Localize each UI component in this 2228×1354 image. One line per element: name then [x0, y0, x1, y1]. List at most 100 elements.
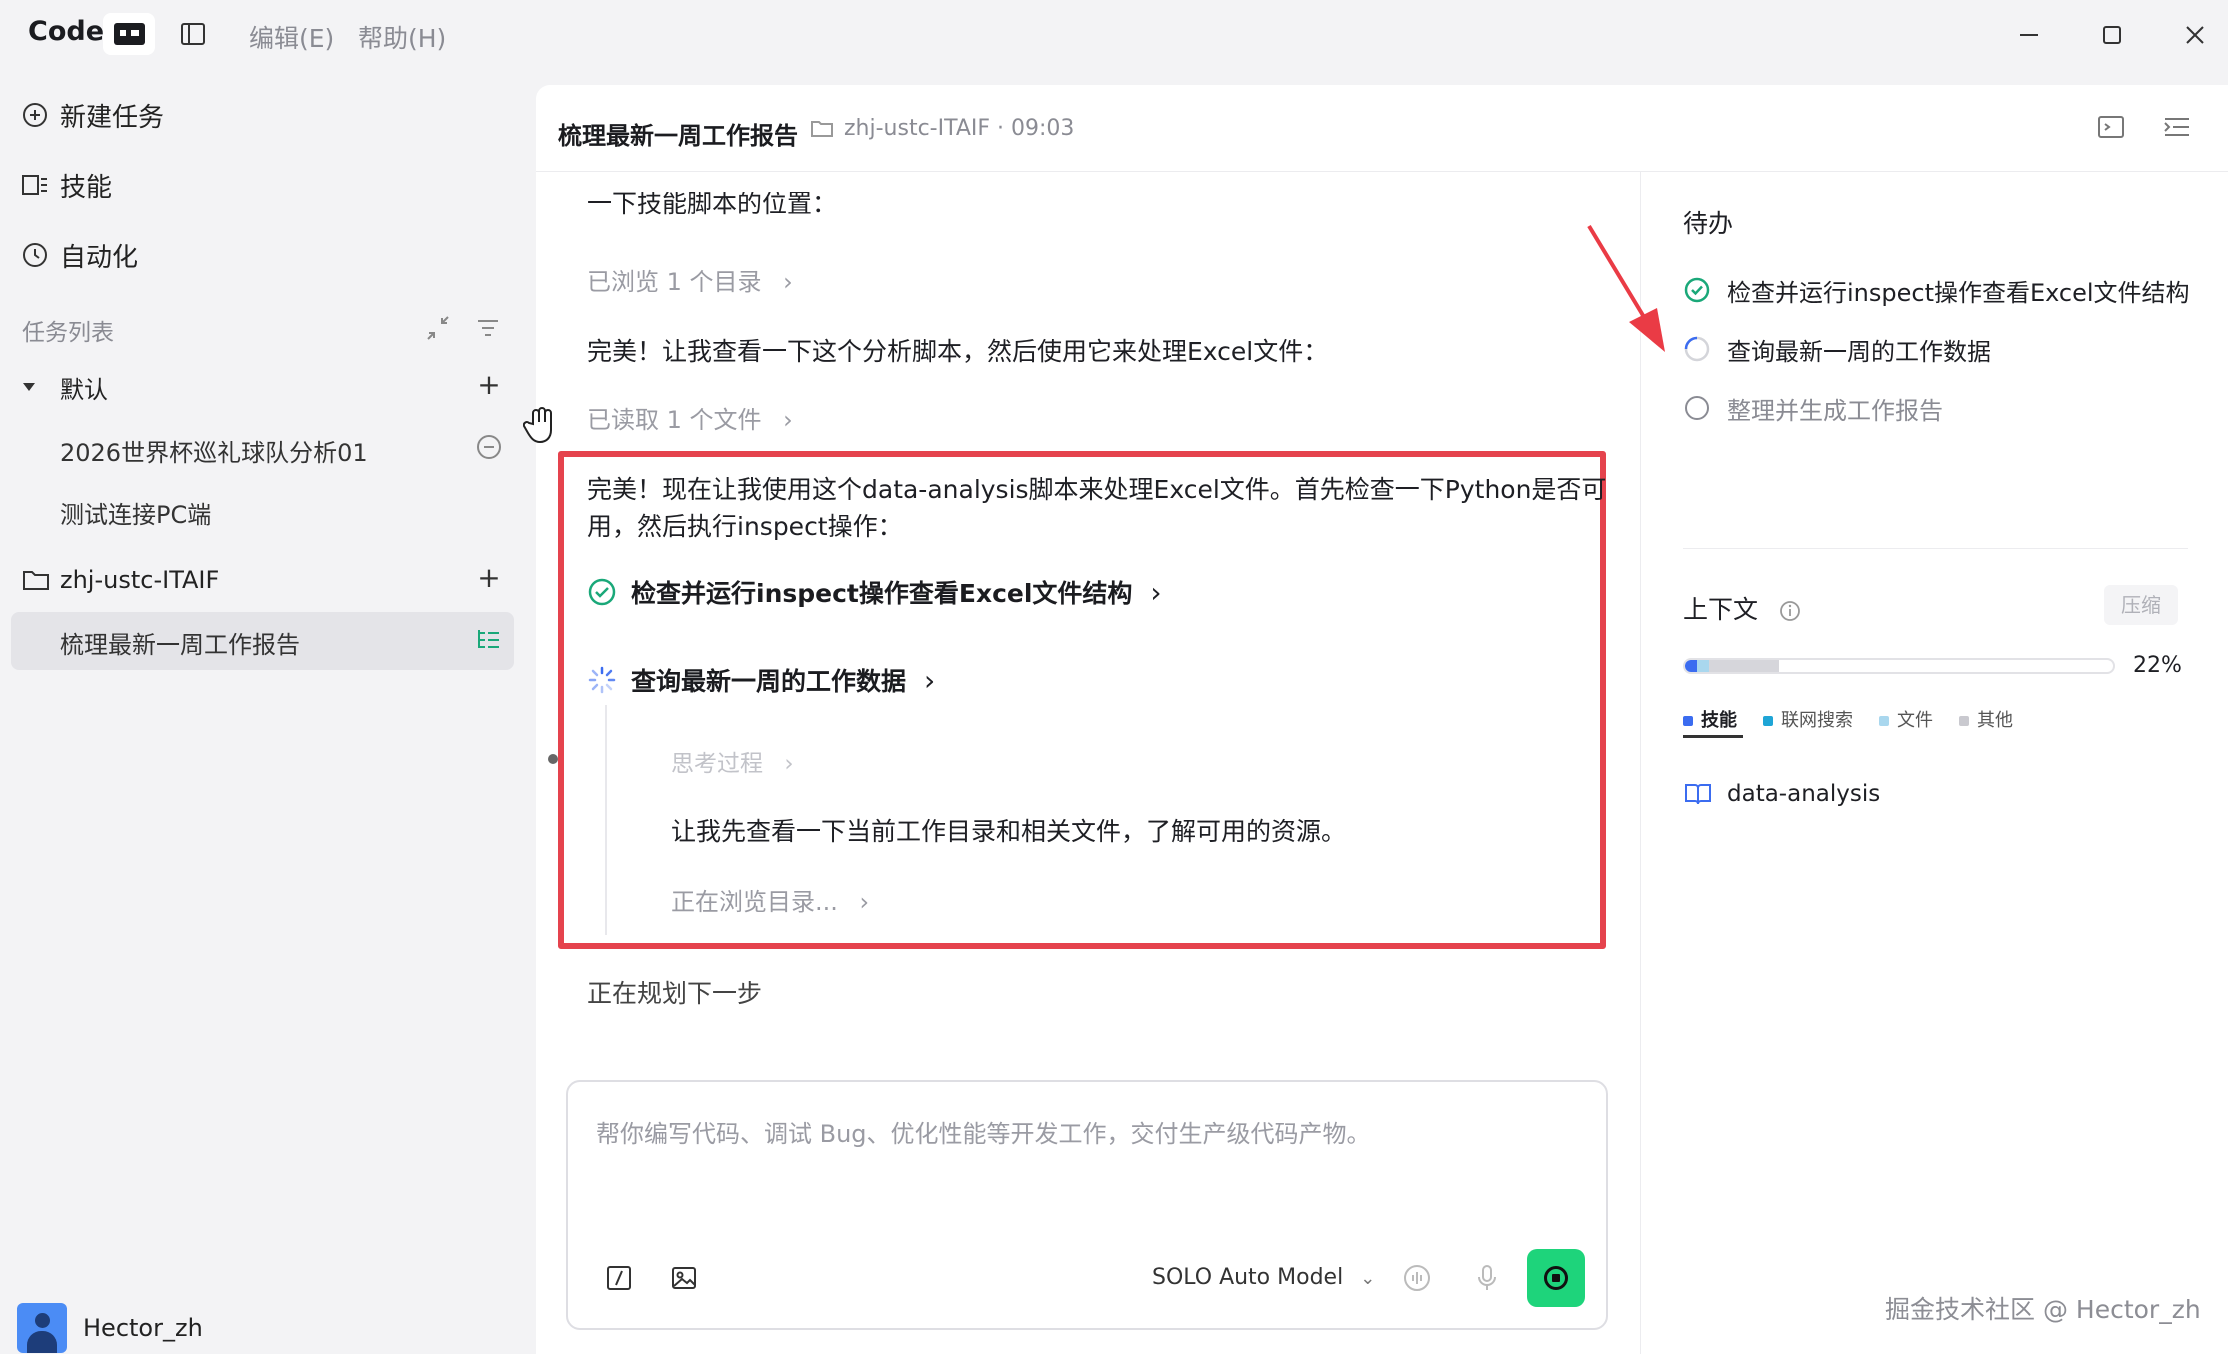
new-task-label: 新建任务	[60, 102, 165, 133]
thought-text: 让我先查看一下当前工作目录和相关文件，了解可用的资源。	[671, 817, 1347, 846]
book-icon	[1683, 780, 1713, 808]
task-item[interactable]: 2026世界杯巡礼球队分析01	[60, 433, 368, 468]
compress-button[interactable]: 压缩	[2104, 585, 2178, 625]
chevron-right-icon: ›	[784, 751, 794, 777]
outline-panel-icon[interactable]	[2162, 113, 2192, 141]
legend-item[interactable]: 技能	[1683, 706, 1737, 732]
header-meta-text: zhj-ustc-ITAIF · 09:03	[844, 116, 1075, 141]
terminal-logo-icon	[103, 13, 155, 55]
minimize-icon[interactable]	[2012, 18, 2046, 52]
spinner-icon	[587, 665, 617, 695]
context-usage-percent: 22%	[2133, 653, 2182, 678]
step-done-row[interactable]: 检查并运行inspect操作查看Excel文件结构 ›	[587, 574, 1162, 610]
task-item[interactable]: 测试连接PC端	[60, 495, 211, 530]
assistant-message: 完美！让我查看一下这个分析脚本，然后使用它来处理Excel文件：	[587, 337, 1329, 366]
username: Hector_zh	[83, 1314, 203, 1342]
menu-edit[interactable]: 编辑(E)	[249, 19, 334, 55]
loading-circle-icon	[1683, 335, 1711, 363]
active-task-label: 梳理最新一周工作报告	[60, 631, 300, 659]
stop-button[interactable]	[1527, 1249, 1585, 1307]
todo-label: 整理并生成工作报告	[1727, 396, 1943, 425]
todo-label: 检查并运行inspect操作查看Excel文件结构	[1727, 278, 2190, 307]
image-upload-icon[interactable]	[670, 1264, 698, 1292]
group-default[interactable]: 默认	[22, 367, 108, 407]
step-done-label: 检查并运行inspect操作查看Excel文件结构	[631, 579, 1133, 608]
clock-icon	[20, 240, 50, 270]
caret-down-icon	[22, 381, 50, 393]
header-meta: zhj-ustc-ITAIF · 09:03	[810, 116, 1074, 141]
prompt-input[interactable]: 帮你编写代码、调试 Bug、优化性能等开发工作，交付生产级代码产物。	[596, 1114, 1371, 1149]
context-title: 上下文	[1683, 590, 1802, 626]
automation-label: 自动化	[60, 242, 139, 273]
minus-circle-icon[interactable]	[475, 433, 503, 461]
chevron-right-icon: ›	[783, 406, 793, 434]
info-icon[interactable]	[1778, 599, 1802, 623]
page-title: 梳理最新一周工作报告	[558, 122, 798, 150]
red-arrow-annotation	[1585, 222, 1675, 357]
sidebar-toggle-icon[interactable]	[180, 21, 206, 47]
thinking-label: 思考过程	[671, 751, 763, 777]
legend-item[interactable]: 文件	[1879, 706, 1933, 732]
skill-label: data-analysis	[1727, 781, 1881, 807]
slash-command-icon[interactable]	[605, 1264, 633, 1292]
step-running-label: 查询最新一周的工作数据	[631, 667, 907, 696]
watermark: 掘金技术社区 @ Hector_zh	[1885, 1295, 2201, 1324]
todo-title: 待办	[1683, 209, 1734, 238]
thinking-guide-line	[605, 705, 607, 935]
task-list-label: 任务列表	[22, 320, 114, 346]
legend-item[interactable]: 联网搜索	[1763, 706, 1853, 732]
legend-label: 文件	[1897, 710, 1933, 731]
plus-circle-icon	[20, 100, 50, 130]
step-running-row[interactable]: 查询最新一周的工作数据 ›	[587, 662, 935, 698]
thinking-toggle[interactable]: 思考过程 ›	[671, 744, 794, 778]
read-file-label: 已读取 1 个文件	[587, 406, 762, 434]
add-task-default-button[interactable]: +	[475, 371, 503, 400]
legend-item[interactable]: 其他	[1959, 706, 2013, 732]
add-task-project-button[interactable]: +	[475, 564, 503, 593]
skills-nav-item[interactable]: 技能	[20, 163, 112, 207]
scroll-marker	[548, 754, 558, 764]
microphone-icon[interactable]	[1472, 1263, 1502, 1293]
automation-nav-item[interactable]: 自动化	[20, 233, 138, 277]
browsed-dir-label: 已浏览 1 个目录	[587, 268, 762, 296]
folder-icon	[810, 119, 834, 139]
model-label: SOLO Auto Model	[1152, 1265, 1344, 1290]
todo-label: 查询最新一周的工作数据	[1727, 337, 1991, 366]
chat-cut-line: 一下技能脚本的位置：	[587, 192, 837, 218]
group-project-label: zhj-ustc-ITAIF	[60, 566, 220, 594]
context-legend: 技能 联网搜索 文件 其他	[1683, 706, 2013, 732]
new-task-button[interactable]: 新建任务	[20, 93, 164, 137]
filter-icon[interactable]	[475, 315, 501, 341]
skills-icon	[20, 170, 50, 200]
planning-status: 正在规划下一步	[587, 979, 763, 1008]
browsed-dir-row[interactable]: 已浏览 1 个目录 ›	[587, 262, 793, 297]
browsing-row[interactable]: 正在浏览目录... ›	[671, 882, 869, 917]
group-project[interactable]: zhj-ustc-ITAIF	[22, 560, 219, 600]
check-circle-icon	[1683, 276, 1711, 304]
legend-label: 联网搜索	[1781, 710, 1853, 731]
read-file-row[interactable]: 已读取 1 个文件 ›	[587, 400, 793, 435]
avatar[interactable]	[17, 1303, 67, 1353]
chevron-right-icon: ›	[783, 268, 793, 296]
todo-item-done[interactable]: 检查并运行inspect操作查看Excel文件结构	[1683, 272, 2190, 308]
legend-label: 其他	[1977, 710, 2013, 731]
collapse-icon[interactable]	[425, 315, 451, 341]
check-circle-icon	[587, 577, 617, 607]
header-divider	[536, 171, 2228, 172]
menu-help[interactable]: 帮助(H)	[358, 19, 446, 55]
model-selector[interactable]: SOLO Auto Model ⌄	[1152, 1265, 1375, 1290]
chevron-right-icon: ›	[859, 888, 870, 916]
voice-wave-icon[interactable]	[1402, 1263, 1432, 1293]
skill-item[interactable]: data-analysis	[1683, 780, 1880, 808]
skills-label: 技能	[60, 172, 113, 203]
close-icon[interactable]	[2178, 18, 2212, 52]
terminal-panel-icon[interactable]	[2096, 113, 2126, 141]
chevron-right-icon: ›	[924, 663, 936, 697]
todo-item-pending[interactable]: 整理并生成工作报告	[1683, 390, 1943, 426]
todo-item-in-progress[interactable]: 查询最新一周的工作数据	[1683, 331, 1991, 367]
maximize-icon[interactable]	[2095, 18, 2129, 52]
chat-cut-text: 一下技能脚本的位置：	[587, 192, 838, 218]
task-tree-icon[interactable]	[475, 626, 503, 654]
app-logo-text: Code	[28, 16, 105, 47]
assistant-message-line2: 用，然后执行inspect操作：	[587, 512, 903, 541]
